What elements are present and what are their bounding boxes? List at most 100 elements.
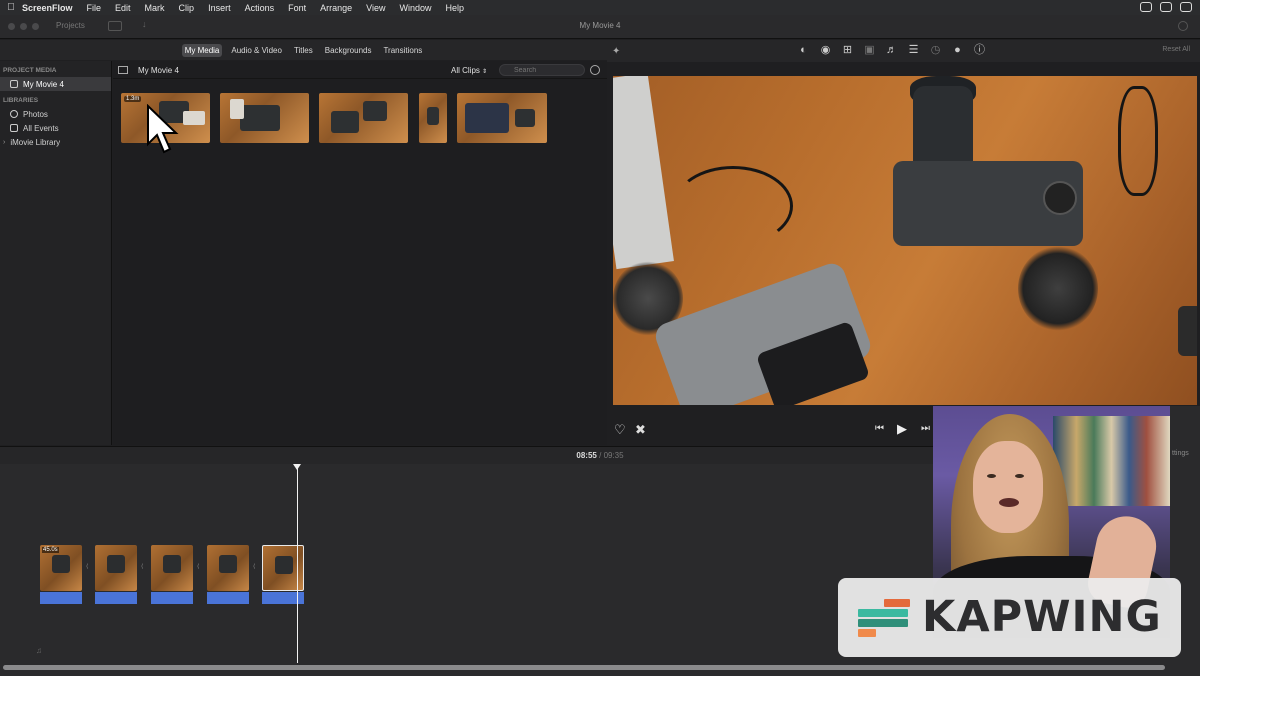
- play-icon[interactable]: ▶: [897, 421, 907, 437]
- media-browser: My Movie 4 All Clips ⇕ 1.3m: [113, 61, 607, 445]
- video-viewer[interactable]: [613, 76, 1197, 405]
- crop-icon[interactable]: ⊞: [841, 44, 854, 57]
- transition-icon[interactable]: ⟨: [253, 563, 261, 575]
- audio-waveform: [207, 592, 249, 604]
- menu-arrange[interactable]: Arrange: [320, 3, 352, 13]
- media-clip-2[interactable]: [220, 93, 309, 143]
- clip-thumbnail-hand: [183, 111, 205, 125]
- tab-my-media[interactable]: My Media: [181, 43, 223, 57]
- sidebar-item-imovie-library[interactable]: › iMovie Library: [0, 135, 111, 149]
- menu-actions[interactable]: Actions: [245, 3, 275, 13]
- transition-icon[interactable]: ⟨: [197, 563, 205, 575]
- tab-backgrounds[interactable]: Backgrounds: [322, 44, 375, 57]
- noise-reduction-icon[interactable]: ☰: [907, 44, 920, 57]
- reject-icon[interactable]: ✖: [635, 422, 646, 438]
- tab-audio-video[interactable]: Audio & Video: [228, 44, 285, 57]
- viewer-cable-coiled: [1118, 86, 1158, 196]
- color-correction-icon[interactable]: ◉: [819, 44, 832, 57]
- control-center-icon[interactable]: [1160, 2, 1172, 12]
- color-balance-icon[interactable]: ◐: [797, 44, 810, 57]
- clip-thumbnail-camera: [240, 105, 280, 131]
- magic-wand-icon[interactable]: ✦: [612, 46, 620, 57]
- disclosure-chevron-icon[interactable]: ›: [3, 139, 5, 146]
- gear-icon[interactable]: [590, 65, 600, 75]
- viewer-paper: [613, 76, 674, 270]
- volume-icon[interactable]: ♬: [885, 44, 898, 57]
- tab-transitions[interactable]: Transitions: [380, 44, 425, 57]
- audio-waveform: [40, 592, 82, 604]
- share-icon[interactable]: [1178, 21, 1188, 31]
- reset-all-button[interactable]: Reset All: [1162, 46, 1190, 53]
- project-icon: [10, 80, 18, 88]
- timeline-clip-duration: 45.0s: [42, 547, 59, 553]
- adjustment-tools: ◐ ◉ ⊞ ▣ ♬ ☰ ◷ ● ⓘ: [797, 44, 986, 57]
- logo-bar: [858, 619, 908, 627]
- user-icon[interactable]: [1180, 2, 1192, 12]
- sidebar-item-label: My Movie 4: [23, 79, 64, 89]
- menu-insert[interactable]: Insert: [208, 3, 231, 13]
- kapwing-logo-icon: [858, 599, 913, 637]
- clip-thumbnail-hand: [230, 99, 244, 119]
- menu-bar:  ScreenFlow File Edit Mark Clip Insert …: [0, 0, 1200, 15]
- screen-record-icon[interactable]: [1140, 2, 1152, 12]
- transition-icon[interactable]: ⟨: [86, 563, 94, 575]
- clip-thumbnail-camera: [515, 109, 535, 127]
- toggle-libraries-icon[interactable]: [118, 66, 128, 74]
- sidebar-item-all-events[interactable]: All Events: [0, 121, 111, 135]
- playhead[interactable]: [297, 467, 298, 663]
- timeline-clip-3[interactable]: [151, 545, 193, 591]
- media-browser-header: My Movie 4 All Clips ⇕: [113, 61, 607, 79]
- info-icon[interactable]: ⓘ: [973, 44, 986, 57]
- clip-thumbnail-camera: [219, 555, 237, 573]
- menu-font[interactable]: Font: [288, 3, 306, 13]
- skip-back-icon[interactable]: ⏮: [875, 423, 884, 434]
- clip-thumbnail-camera: [107, 555, 125, 573]
- transition-icon[interactable]: ⟨: [141, 563, 149, 575]
- sidebar-item-label: All Events: [23, 123, 59, 133]
- speed-icon[interactable]: ◷: [929, 44, 942, 57]
- menu-file[interactable]: File: [87, 3, 102, 13]
- sidebar-item-label: Photos: [23, 109, 48, 119]
- menu-view[interactable]: View: [366, 3, 385, 13]
- stabilization-icon[interactable]: ▣: [863, 44, 876, 57]
- events-icon: [10, 124, 18, 132]
- project-media-header: PROJECT MEDIA: [3, 67, 57, 74]
- menu-window[interactable]: Window: [400, 3, 432, 13]
- mouse-cursor-icon: [147, 104, 179, 154]
- libraries-sidebar: PROJECT MEDIA My Movie 4 LIBRARIES Photo…: [0, 61, 112, 445]
- menu-mark[interactable]: Mark: [145, 3, 165, 13]
- menu-app-name[interactable]: ScreenFlow: [22, 3, 73, 13]
- clip-thumbnail-camera: [363, 101, 387, 121]
- timeline-scroll-thumb[interactable]: [3, 665, 1165, 670]
- viewer-receiver: [1178, 306, 1197, 356]
- media-clip-3[interactable]: [319, 93, 408, 143]
- filter-icon[interactable]: ●: [951, 44, 964, 57]
- media-clip-5[interactable]: [457, 93, 547, 143]
- kapwing-watermark: KAPWING: [838, 578, 1181, 657]
- menu-clip[interactable]: Clip: [179, 3, 195, 13]
- skip-forward-icon[interactable]: ⏭: [921, 423, 930, 434]
- favorite-heart-icon[interactable]: ♡: [614, 422, 626, 438]
- settings-label[interactable]: ttings: [1172, 450, 1189, 457]
- audio-waveform: [151, 592, 193, 604]
- sidebar-item-photos[interactable]: Photos: [0, 107, 111, 121]
- timeline-clip-2[interactable]: [95, 545, 137, 591]
- media-clip-4[interactable]: [419, 93, 447, 143]
- tab-titles[interactable]: Titles: [291, 44, 316, 57]
- sidebar-item-my-movie-4[interactable]: My Movie 4: [0, 77, 111, 91]
- logo-bar: [858, 629, 876, 637]
- menu-help[interactable]: Help: [446, 3, 465, 13]
- current-timecode: 08:55: [576, 451, 597, 460]
- audio-track-icon: ♫: [36, 646, 42, 655]
- clip-duration-badge: 1.3m: [124, 96, 142, 102]
- timeline-clip-1[interactable]: 45.0s: [40, 545, 82, 591]
- clip-filter-dropdown[interactable]: All Clips ⇕: [451, 66, 487, 75]
- sidebar-item-label: iMovie Library: [10, 137, 61, 147]
- search-input[interactable]: [499, 64, 585, 76]
- timeline-clip-4[interactable]: [207, 545, 249, 591]
- total-duration: 09:35: [603, 451, 624, 460]
- menu-edit[interactable]: Edit: [115, 3, 131, 13]
- apple-icon[interactable]: : [0, 2, 22, 13]
- kapwing-wordmark: KAPWING: [922, 592, 1162, 642]
- webcam-person-mouth: [999, 498, 1019, 507]
